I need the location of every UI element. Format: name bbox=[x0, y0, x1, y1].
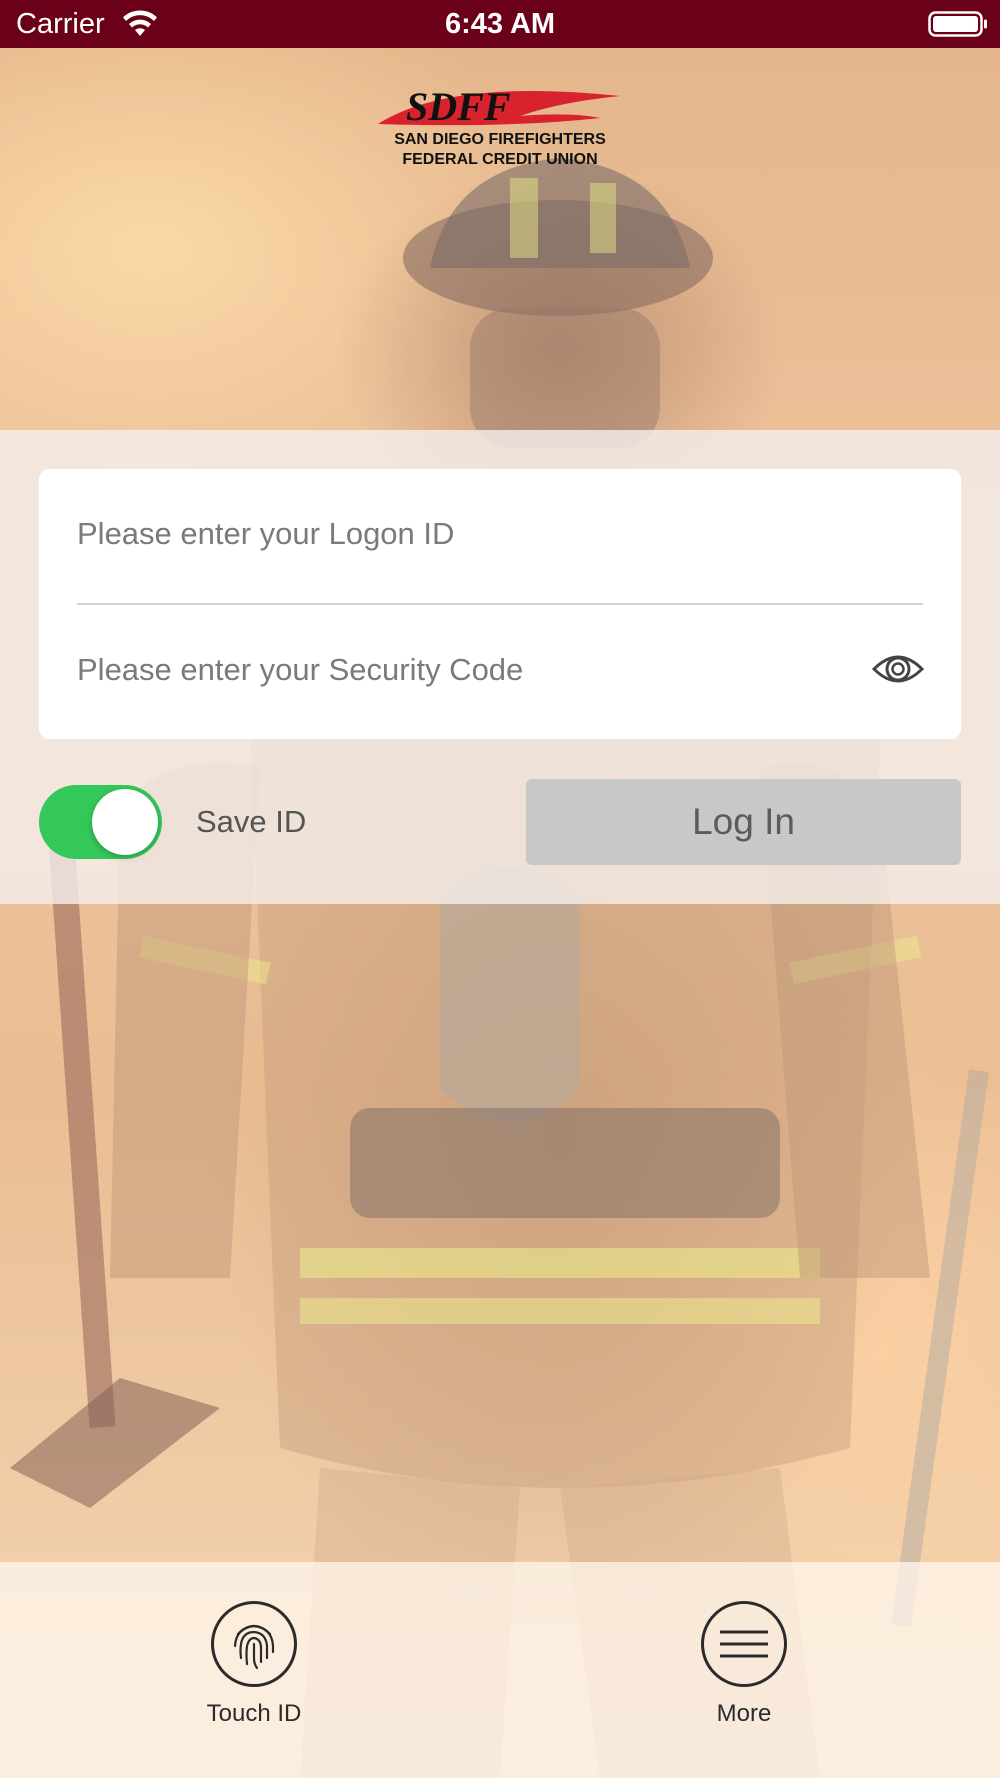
svg-text:SDFF: SDFF bbox=[406, 84, 511, 129]
eye-icon[interactable] bbox=[871, 647, 925, 691]
clock-time: 6:43 AM bbox=[444, 8, 556, 40]
status-bar: Carrier 6:43 AM bbox=[0, 0, 1000, 48]
field-divider bbox=[77, 603, 923, 605]
logon-id-input[interactable] bbox=[77, 509, 917, 559]
touch-id-button[interactable]: Touch ID bbox=[174, 1600, 334, 1728]
menu-icon bbox=[701, 1601, 787, 1687]
bottom-toolbar: Touch ID More bbox=[0, 1562, 1000, 1778]
toggle-knob bbox=[92, 789, 158, 855]
battery-icon bbox=[928, 11, 987, 37]
login-form-card bbox=[39, 469, 961, 739]
background-overlay bbox=[0, 48, 1000, 1778]
svg-text:SAN DIEGO FIREFIGHTERS: SAN DIEGO FIREFIGHTERS bbox=[394, 131, 606, 148]
security-code-input[interactable] bbox=[77, 645, 837, 695]
log-in-button[interactable]: Log In bbox=[526, 779, 961, 865]
save-id-label: Save ID bbox=[196, 804, 307, 839]
login-panel: Save ID Log In bbox=[0, 430, 1000, 904]
touch-id-label: Touch ID bbox=[206, 1700, 302, 1727]
svg-text:FEDERAL CREDIT UNION: FEDERAL CREDIT UNION bbox=[402, 151, 597, 168]
more-label: More bbox=[716, 1700, 772, 1727]
fingerprint-icon bbox=[211, 1601, 297, 1687]
more-button[interactable]: More bbox=[664, 1600, 824, 1728]
save-id-toggle[interactable] bbox=[39, 785, 162, 859]
firefighter-background bbox=[0, 48, 1000, 1778]
sdff-logo: SDFF SAN DIEGO FIREFIGHTERS FEDERAL CRED… bbox=[378, 84, 620, 168]
